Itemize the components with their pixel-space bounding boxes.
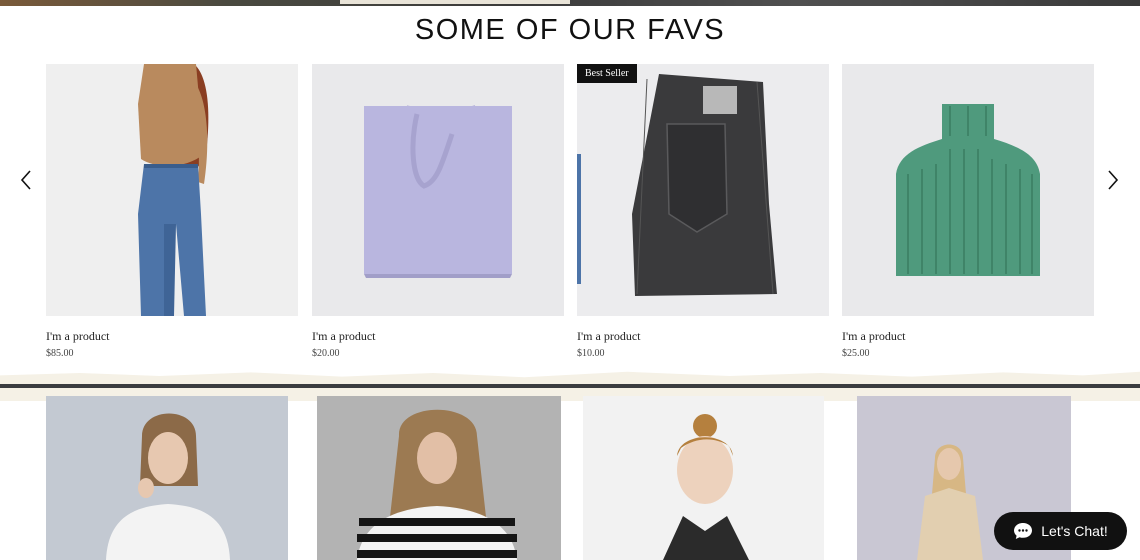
gallery-image[interactable] xyxy=(46,396,288,560)
chat-label: Let's Chat! xyxy=(1041,523,1108,539)
gallery-image[interactable] xyxy=(317,396,561,560)
product-name[interactable]: I'm a product xyxy=(312,329,375,344)
product-card[interactable]: Best Seller I'm a product $10.00 xyxy=(577,64,829,359)
best-seller-badge: Best Seller xyxy=(577,64,637,83)
product-price: $20.00 xyxy=(312,348,340,359)
product-name[interactable]: I'm a product xyxy=(842,329,905,344)
top-banner-strip xyxy=(0,0,1140,6)
product-image[interactable] xyxy=(46,64,298,316)
product-card[interactable]: I'm a product $85.00 xyxy=(46,64,298,359)
product-image[interactable] xyxy=(842,64,1094,316)
product-price: $85.00 xyxy=(46,348,74,359)
chevron-right-icon xyxy=(1108,170,1119,190)
chat-button[interactable]: Let's Chat! xyxy=(994,512,1127,550)
section-title: SOME OF OUR FAVS xyxy=(414,14,726,46)
carousel-prev-button[interactable] xyxy=(12,166,40,194)
product-image[interactable] xyxy=(312,64,564,316)
product-price: $25.00 xyxy=(842,348,870,359)
product-card[interactable]: I'm a product $20.00 xyxy=(312,64,564,359)
product-card[interactable]: I'm a product $25.00 xyxy=(842,64,1094,359)
chat-bubble-icon xyxy=(1014,523,1033,539)
product-price: $10.00 xyxy=(577,348,605,359)
carousel-next-button[interactable] xyxy=(1099,166,1127,194)
product-image[interactable]: Best Seller xyxy=(577,64,829,316)
chevron-left-icon xyxy=(20,170,31,190)
product-name[interactable]: I'm a product xyxy=(577,329,640,344)
gallery-image[interactable] xyxy=(583,396,824,560)
product-name[interactable]: I'm a product xyxy=(46,329,109,344)
